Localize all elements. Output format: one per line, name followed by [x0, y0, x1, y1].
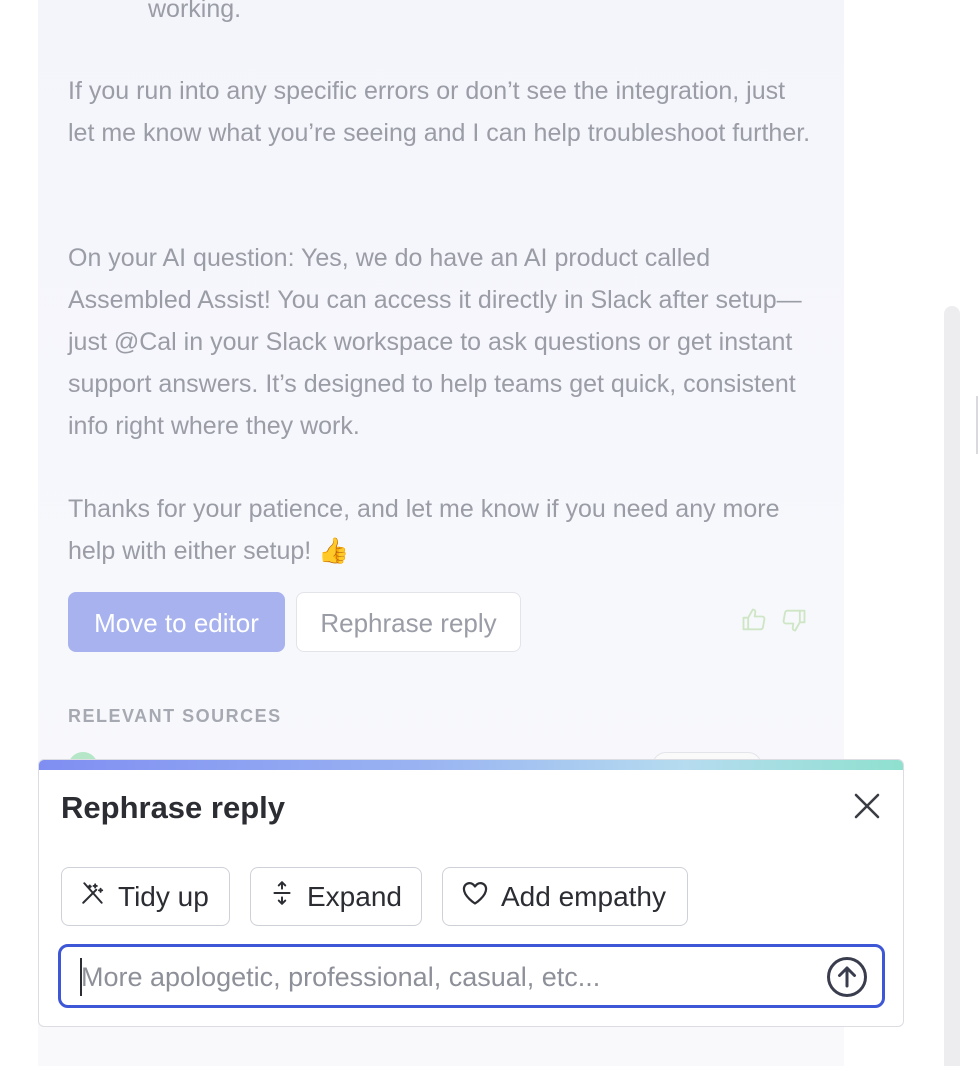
thumbs-up-icon[interactable] [740, 606, 768, 634]
tidy-up-button[interactable]: Tidy up [61, 867, 230, 926]
thumbs-down-icon[interactable] [780, 606, 808, 634]
reply-paragraph: Thanks for your patience, and let me kno… [68, 495, 780, 565]
move-to-editor-button[interactable]: Move to editor [68, 592, 285, 652]
heart-icon [461, 880, 489, 913]
relevant-sources-heading: RELEVANT SOURCES [68, 706, 282, 726]
reply-paragraph: On your AI question: Yes, we do have an … [68, 244, 802, 440]
expand-vertical-icon [269, 880, 295, 913]
magic-wand-icon [80, 880, 106, 913]
close-icon[interactable] [851, 790, 883, 822]
rephrase-panel: Rephrase reply Tidy up Expand Add empath… [38, 759, 904, 1027]
expand-button[interactable]: Expand [250, 867, 422, 926]
gradient-strip [39, 760, 903, 770]
rephrase-input-wrapper [58, 944, 885, 1008]
send-arrow-up-icon[interactable] [826, 956, 868, 998]
rephrase-instruction-input[interactable] [79, 953, 813, 1001]
add-empathy-button[interactable]: Add empathy [442, 867, 688, 926]
panel-title: Rephrase reply [61, 790, 285, 825]
scrollbar[interactable] [944, 306, 960, 1066]
tidy-up-label: Tidy up [118, 880, 209, 912]
page: working. If you run into any specific er… [0, 0, 978, 1066]
rephrase-reply-button[interactable]: Rephrase reply [296, 592, 521, 652]
reply-paragraph: If you run into any specific errors or d… [68, 77, 811, 147]
add-empathy-label: Add empathy [501, 880, 666, 912]
expand-label: Expand [307, 880, 402, 912]
reply-fragment: working. [148, 0, 242, 23]
